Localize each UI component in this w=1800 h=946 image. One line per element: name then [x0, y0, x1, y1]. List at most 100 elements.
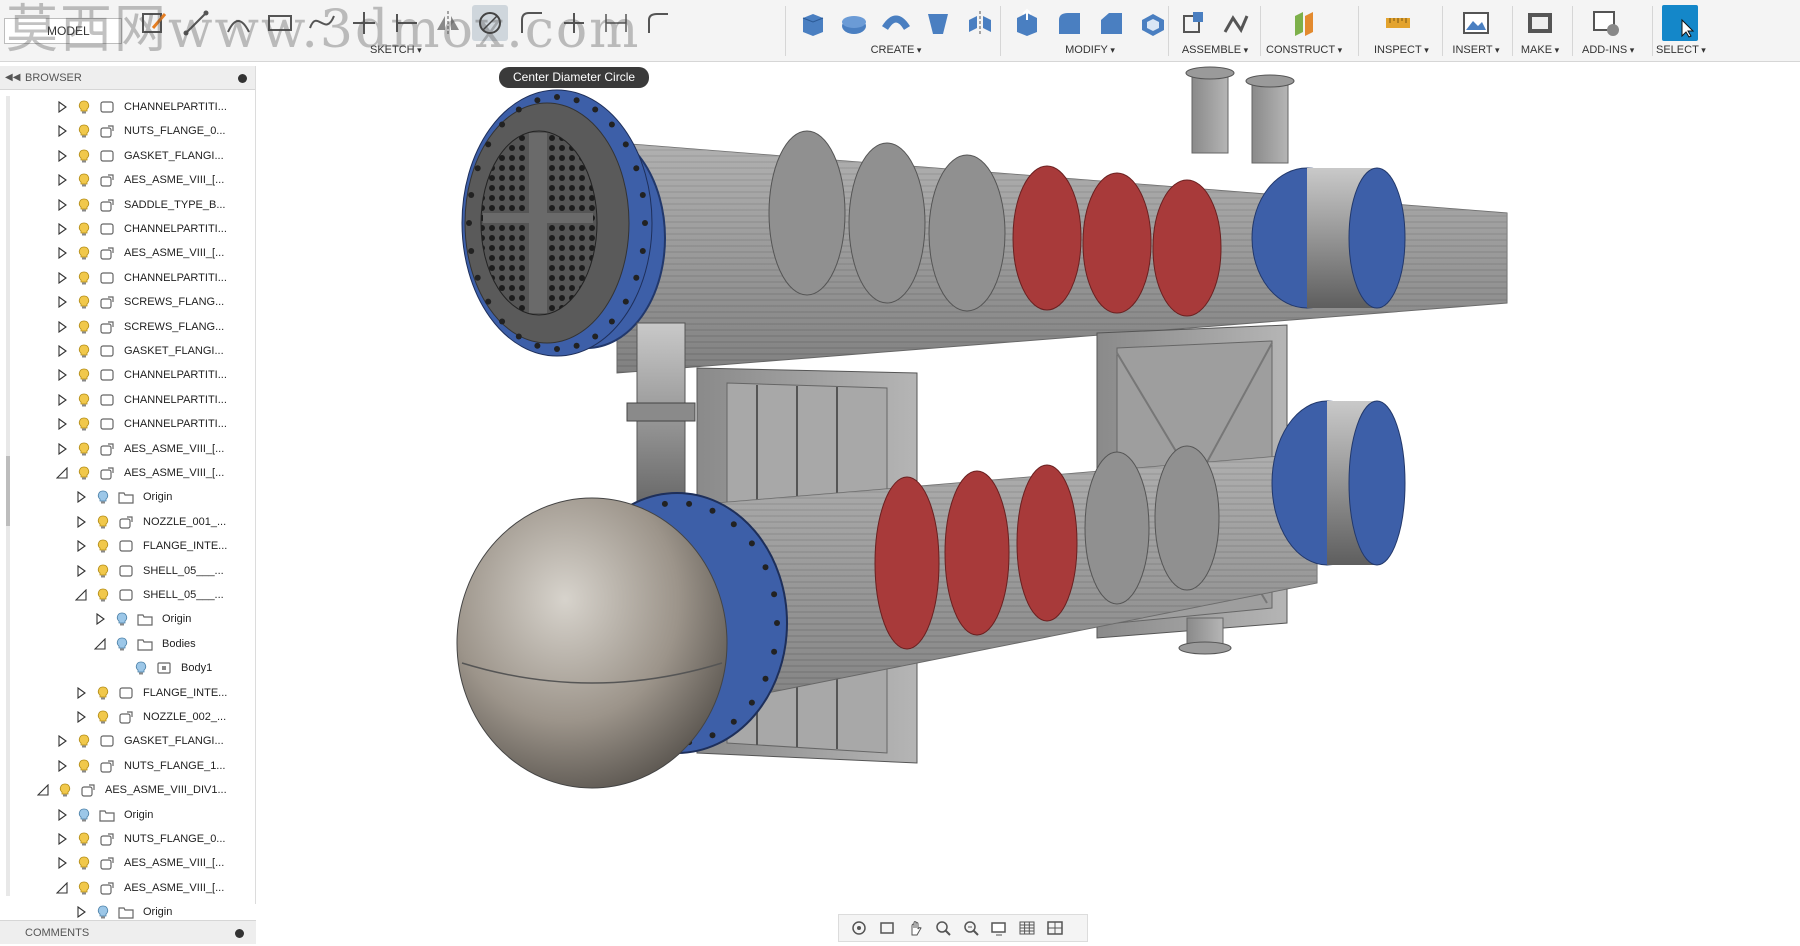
- visibility-bulb-icon[interactable]: [59, 783, 71, 797]
- visibility-bulb-icon[interactable]: [78, 295, 90, 309]
- expand-arrow-icon[interactable]: [75, 515, 87, 528]
- expand-arrow-icon[interactable]: [75, 564, 87, 577]
- visibility-bulb-icon[interactable]: [78, 222, 90, 236]
- 3d-print-icon[interactable]: [1522, 5, 1558, 41]
- grid-icon[interactable]: [1015, 917, 1039, 939]
- expand-arrow-icon[interactable]: [56, 759, 68, 772]
- visibility-bulb-icon[interactable]: [135, 661, 147, 675]
- orbit-icon[interactable]: [847, 917, 871, 939]
- visibility-bulb-icon[interactable]: [78, 466, 90, 480]
- expand-arrow-icon[interactable]: [75, 711, 87, 723]
- arc-icon[interactable]: [220, 5, 256, 41]
- visibility-bulb-icon[interactable]: [78, 417, 90, 431]
- tree-item[interactable]: NOZZLE_001_...: [75, 510, 226, 534]
- tree-item[interactable]: Origin: [56, 803, 153, 827]
- zoom-icon[interactable]: [931, 917, 955, 939]
- visibility-bulb-icon[interactable]: [78, 198, 90, 212]
- visibility-bulb-icon[interactable]: [78, 759, 90, 773]
- shell-icon[interactable]: [1135, 5, 1171, 41]
- tree-item[interactable]: NOZZLE_002_...: [75, 705, 226, 729]
- trim-icon[interactable]: [346, 5, 382, 41]
- constraint-icon[interactable]: [640, 5, 676, 41]
- expand-arrow-icon[interactable]: [56, 393, 68, 406]
- point-icon[interactable]: [556, 5, 592, 41]
- visibility-bulb-icon[interactable]: [97, 539, 109, 553]
- toolbar-group-label[interactable]: CONSTRUCT: [1266, 44, 1342, 56]
- expand-arrow-icon[interactable]: [94, 613, 106, 626]
- fillet-sketch-icon[interactable]: [514, 5, 550, 41]
- panel-pin-icon[interactable]: [235, 929, 244, 938]
- insert-image-icon[interactable]: [1458, 5, 1494, 41]
- visibility-bulb-icon[interactable]: [78, 881, 90, 895]
- expand-arrow-icon[interactable]: [56, 198, 68, 211]
- rectangle-icon[interactable]: [262, 5, 298, 41]
- expand-arrow-icon[interactable]: [56, 101, 68, 113]
- new-component-icon[interactable]: [1176, 5, 1212, 41]
- tree-item[interactable]: SHELL_05___...: [75, 559, 224, 583]
- toolbar-group-label[interactable]: ADD-INS: [1582, 44, 1634, 56]
- tree-item[interactable]: Origin: [75, 485, 172, 509]
- tree-item[interactable]: AES_ASME_VIII_[...: [56, 461, 224, 485]
- joint-icon[interactable]: [1218, 5, 1254, 41]
- visibility-bulb-icon[interactable]: [78, 246, 90, 260]
- tree-item[interactable]: CHANNELPARTITI...: [56, 412, 227, 436]
- expand-arrow-icon[interactable]: [56, 808, 68, 821]
- toolbar-group-label[interactable]: MODIFY: [1003, 44, 1177, 56]
- expand-arrow-icon[interactable]: [56, 149, 68, 162]
- tree-item[interactable]: NUTS_FLANGE_1...: [56, 754, 225, 778]
- display-settings-icon[interactable]: [987, 917, 1011, 939]
- loft-icon[interactable]: [920, 5, 956, 41]
- pan-icon[interactable]: [903, 917, 927, 939]
- visibility-bulb-icon[interactable]: [78, 344, 90, 358]
- toolbar-group-label[interactable]: MAKE: [1516, 44, 1564, 56]
- tree-item[interactable]: Body1: [113, 656, 212, 680]
- sweep-icon[interactable]: [878, 5, 914, 41]
- visibility-bulb-icon[interactable]: [116, 612, 128, 626]
- extend-icon[interactable]: [388, 5, 424, 41]
- visibility-bulb-icon[interactable]: [78, 100, 90, 114]
- visibility-bulb-icon[interactable]: [97, 515, 109, 529]
- expand-arrow-open-icon[interactable]: [37, 784, 49, 796]
- workspace-switcher[interactable]: MODEL: [4, 18, 122, 44]
- dimension-icon[interactable]: [598, 5, 634, 41]
- visibility-bulb-icon[interactable]: [97, 905, 109, 919]
- tree-item[interactable]: AES_ASME_VIII_[...: [56, 876, 224, 900]
- expand-arrow-open-icon[interactable]: [94, 637, 106, 650]
- collapse-panel-icon[interactable]: ◀◀: [5, 66, 20, 90]
- expand-arrow-icon[interactable]: [56, 125, 68, 138]
- visibility-bulb-icon[interactable]: [78, 808, 90, 822]
- expand-arrow-icon[interactable]: [56, 735, 68, 748]
- look-at-icon[interactable]: [875, 917, 899, 939]
- spline-icon[interactable]: [304, 5, 340, 41]
- expand-arrow-icon[interactable]: [56, 442, 68, 455]
- comments-panel[interactable]: COMMENTS: [0, 920, 256, 944]
- visibility-bulb-icon[interactable]: [78, 832, 90, 846]
- expand-arrow-icon[interactable]: [75, 906, 87, 919]
- visibility-bulb-icon[interactable]: [97, 490, 109, 504]
- center-diameter-circle-icon[interactable]: [472, 5, 508, 41]
- tree-item[interactable]: CHANNELPARTITI...: [56, 95, 227, 119]
- tree-item[interactable]: NUTS_FLANGE_0...: [56, 119, 225, 143]
- tree-item[interactable]: AES_ASME_VIII_DIV1...: [37, 778, 227, 802]
- heat-exchanger-model[interactable]: [257, 63, 1800, 903]
- canvas-viewport[interactable]: [257, 63, 1800, 903]
- expand-arrow-icon[interactable]: [56, 174, 68, 187]
- visibility-bulb-icon[interactable]: [78, 856, 90, 870]
- expand-arrow-icon[interactable]: [56, 857, 68, 870]
- visibility-bulb-icon[interactable]: [78, 442, 90, 456]
- tree-item[interactable]: Bodies: [94, 632, 196, 656]
- tree-item[interactable]: SHELL_05___...: [75, 583, 224, 607]
- tree-item[interactable]: NUTS_FLANGE_0...: [56, 827, 225, 851]
- tree-item[interactable]: FLANGE_INTE...: [75, 534, 227, 558]
- toolbar-group-label[interactable]: INSPECT: [1374, 44, 1429, 56]
- tree-item[interactable]: GASKET_FLANGI...: [56, 339, 224, 363]
- visibility-bulb-icon[interactable]: [97, 588, 109, 602]
- scrollbar-thumb[interactable]: [6, 456, 10, 526]
- expand-arrow-icon[interactable]: [75, 686, 87, 699]
- tree-item[interactable]: SADDLE_TYPE_B...: [56, 193, 226, 217]
- offset-plane-icon[interactable]: [1288, 5, 1324, 41]
- tree-item[interactable]: Origin: [94, 607, 191, 631]
- visibility-bulb-icon[interactable]: [78, 368, 90, 382]
- tree-item[interactable]: FLANGE_INTE...: [75, 681, 227, 705]
- toolbar-group-label[interactable]: SKETCH: [130, 44, 682, 56]
